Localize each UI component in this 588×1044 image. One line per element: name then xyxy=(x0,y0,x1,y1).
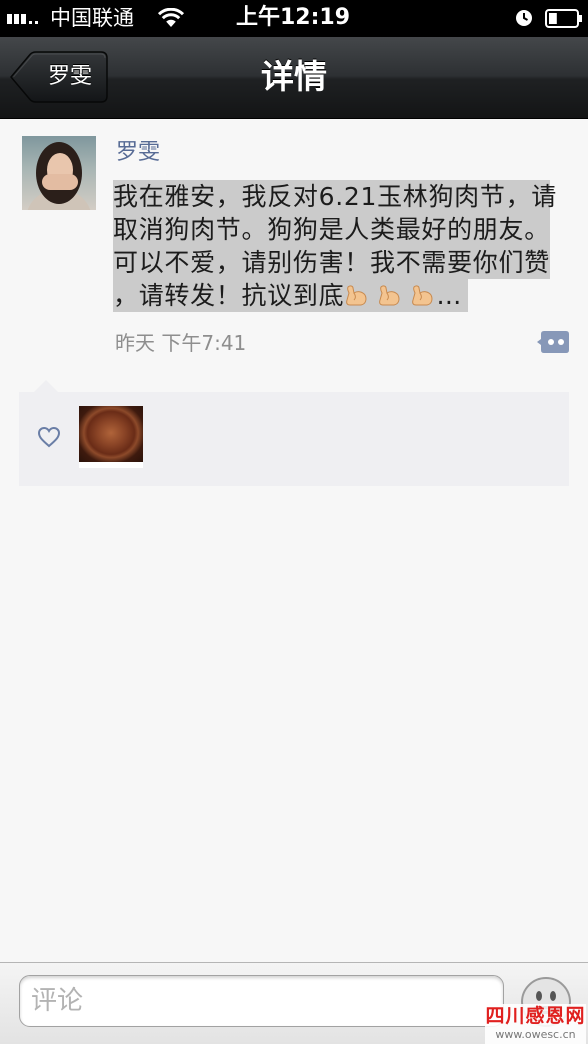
avatar[interactable] xyxy=(22,136,96,210)
battery-icon xyxy=(545,9,582,28)
post-text-line: ，请转发！抗议到底 … xyxy=(113,279,469,312)
status-time: 上午12:19 xyxy=(235,5,351,30)
nav-bar: 罗雯 详情 xyxy=(0,37,588,119)
likes-panel-pointer xyxy=(34,380,58,392)
status-bar: 中国联通 上午12:19 xyxy=(0,0,588,37)
alarm-clock-icon xyxy=(516,10,532,26)
post-timestamp: 昨天 下午7:41 xyxy=(115,331,247,355)
post-text-ellipsis: … xyxy=(436,281,463,310)
post-text-line: 取消狗肉节。狗狗是人类最好的朋友。 xyxy=(113,213,550,246)
watermark-title: 四川感恩网 xyxy=(485,1005,586,1027)
back-button[interactable]: 罗雯 xyxy=(9,51,109,103)
carrier-name: 中国联通 xyxy=(50,6,134,30)
post-text-line-text: ，请转发！抗议到底 xyxy=(113,281,345,310)
post-text-line: 可以不爱，请别伤害！我不需要你们赞 xyxy=(113,246,550,279)
comment-bubble-icon xyxy=(537,331,569,353)
post-text: 我在雅安，我反对6.21玉林狗肉节，请 取消狗肉节。狗狗是人类最好的朋友。 可以… xyxy=(113,180,557,312)
flexed-biceps-icon xyxy=(379,284,400,305)
back-button-label: 罗雯 xyxy=(47,64,92,89)
flexed-biceps-icon xyxy=(412,284,433,305)
post-text-line: 我在雅安，我反对6.21玉林狗肉节，请 xyxy=(113,180,557,213)
likes-panel xyxy=(19,380,569,486)
comment-button[interactable] xyxy=(536,329,570,355)
liker-avatar-photo xyxy=(79,406,143,462)
comment-input[interactable] xyxy=(19,975,504,1027)
flexed-biceps-icon xyxy=(346,284,367,305)
heart-icon xyxy=(37,426,61,448)
signal-icon xyxy=(7,14,38,24)
watermark: 四川感恩网 www.owesc.cn xyxy=(485,1004,586,1044)
battery-level-fill xyxy=(549,13,557,24)
author-name[interactable]: 罗雯 xyxy=(116,139,160,167)
liker-avatar[interactable] xyxy=(79,406,143,468)
page-title: 详情 xyxy=(261,57,327,96)
watermark-url: www.owesc.cn xyxy=(495,1028,576,1041)
wifi-icon xyxy=(157,8,185,27)
avatar-photo-hands xyxy=(42,174,78,190)
